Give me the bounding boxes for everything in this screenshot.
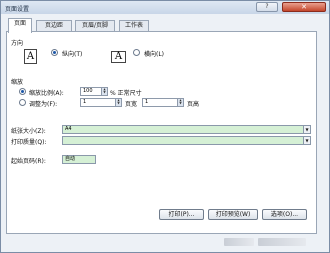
options-button[interactable]: 选项(O)... [262,209,307,220]
chevron-down-icon[interactable]: ▼ [303,126,310,133]
fit-wide-stepper[interactable]: 1 ▲ ▼ [80,98,122,107]
fit-to-label[interactable]: 调整为(F): [29,99,57,108]
tab-page[interactable]: 页面 [8,18,32,33]
window-title: 页面设置 [5,6,30,13]
page-tab-panel: 方向 A 纵向(T) A 横向(L) 缩放 缩放比例(A): 100 ▲ ▼ % … [6,31,317,234]
paper-size-select[interactable]: A4 ▼ [62,125,311,134]
fit-tall-stepper[interactable]: 1 ▲ ▼ [142,98,184,107]
first-page-number-label: 起始页码(R): [11,158,46,165]
orientation-section-label: 方向 [11,40,24,47]
fit-to-radio[interactable] [19,99,26,106]
fit-wide-label: 页宽 [125,101,138,108]
title-bar: 页面设置 ? ✕ [1,1,329,14]
landscape-radio[interactable] [133,49,140,56]
portrait-page-icon: A [24,49,37,64]
ok-button[interactable] [224,238,254,246]
adjust-to-label[interactable]: 缩放比例(A): [29,88,64,97]
adjust-to-radio[interactable] [19,88,26,95]
portrait-radio[interactable] [51,49,58,56]
scale-percent-stepper[interactable]: 100 ▲ ▼ [80,87,108,96]
print-quality-select[interactable]: ▼ [62,136,311,145]
spin-arrows-icon[interactable]: ▲ ▼ [177,99,183,106]
landscape-page-icon: A [111,51,126,63]
spin-arrows-icon[interactable]: ▲ ▼ [101,88,107,95]
scale-suffix-label: % 正常尺寸 [110,90,142,97]
landscape-label[interactable]: 横向(L) [144,49,164,58]
close-button[interactable]: ✕ [282,2,326,12]
paper-size-label: 纸张大小(Z): [11,128,46,135]
cancel-button[interactable] [258,238,306,246]
chevron-down-icon[interactable]: ▼ [303,137,310,144]
portrait-label[interactable]: 纵向(T) [62,49,82,58]
fit-tall-label: 页高 [187,101,200,108]
spin-arrows-icon[interactable]: ▲ ▼ [115,99,121,106]
help-button[interactable]: ? [256,2,278,12]
scaling-section-label: 缩放 [11,79,24,86]
print-preview-button[interactable]: 打印预览(W) [208,209,258,220]
print-button[interactable]: 打印(P)... [159,209,204,220]
first-page-number-input[interactable]: 自动 [62,155,96,164]
print-quality-label: 打印质量(Q): [11,139,47,146]
